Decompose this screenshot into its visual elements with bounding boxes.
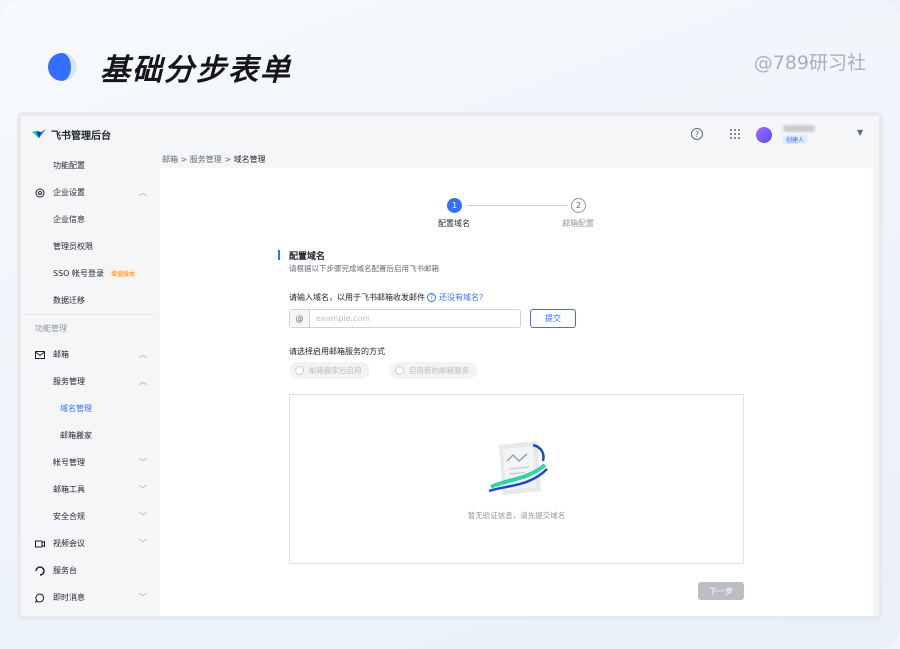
top-bar: 飞书管理后台 ? 创建人 ▼ bbox=[21, 116, 879, 152]
sidebar-item-label: 服务管理 bbox=[53, 377, 85, 386]
method-label: 请选择启用邮箱服务的方式 bbox=[289, 347, 385, 356]
chevron-down-icon: ﹀ bbox=[139, 539, 147, 548]
breadcrumb-sep: > bbox=[224, 155, 232, 164]
sidebar-item-im[interactable]: 即时消息 ﹀ bbox=[21, 584, 160, 611]
sidebar-item-service-mgmt[interactable]: 服务管理 ︿ bbox=[21, 368, 160, 395]
chevron-up-icon: ︿ bbox=[139, 188, 147, 197]
sidebar-item-label: 企业信息 bbox=[53, 215, 85, 224]
hero-title: 基础分步表单 bbox=[100, 53, 292, 88]
chevron-down-icon: ﹀ bbox=[139, 512, 147, 521]
sidebar-item-admin-perms[interactable]: 管理员权限 bbox=[21, 233, 160, 260]
radio-option-new[interactable]: 启用新的邮箱服务 bbox=[389, 362, 477, 379]
chevron-down-icon: ﹀ bbox=[139, 485, 147, 494]
sidebar-item-label: 企业设置 bbox=[53, 188, 85, 197]
chevron-up-icon: ︿ bbox=[139, 350, 147, 359]
radio-circle-icon bbox=[295, 366, 304, 375]
sidebar-item-sso-wrap: SSO 帐号登录 增值版本 bbox=[53, 268, 139, 279]
empty-document-icon bbox=[488, 441, 548, 495]
sidebar-item-label: 域名管理 bbox=[60, 404, 92, 413]
breadcrumb: 邮箱 > 服务管理 > 域名管理 bbox=[162, 154, 266, 165]
breadcrumb-item[interactable]: 邮箱 bbox=[162, 155, 178, 164]
brand-name: 飞书管理后台 bbox=[51, 130, 111, 142]
sidebar: 功能配置 企业设置 ︿ 企业信息 管理员权限 SSO 帐号登录 增值版本 数据迁… bbox=[21, 152, 160, 616]
domain-input-group: @ bbox=[289, 309, 521, 328]
sidebar-item-enterprise-info[interactable]: 企业信息 bbox=[21, 206, 160, 233]
sidebar-item-account-mgmt[interactable]: 帐号管理 ﹀ bbox=[21, 449, 160, 476]
premium-badge: 增值版本 bbox=[108, 268, 139, 279]
sidebar-item-enterprise[interactable]: 企业设置 ︿ bbox=[21, 179, 160, 206]
app-window: 飞书管理后台 ? 创建人 ▼ 功能配置 企业设置 ︿ 企业信息 管理员权限 SS… bbox=[17, 112, 883, 620]
video-camera-icon bbox=[35, 540, 45, 547]
sidebar-item-video[interactable]: 视频会议 ﹀ bbox=[21, 530, 160, 557]
chat-bubble-icon bbox=[35, 592, 45, 603]
submit-button[interactable]: 提交 bbox=[530, 309, 576, 328]
section-accent-bar bbox=[278, 250, 280, 260]
avatar[interactable] bbox=[756, 127, 772, 143]
section-title: 配置域名 bbox=[289, 252, 326, 262]
sidebar-section-title: 功能管理 bbox=[21, 314, 154, 341]
sidebar-item-data-migration[interactable]: 数据迁移 bbox=[21, 287, 160, 314]
verification-empty-state: 暂无验证信息，请先提交域名 bbox=[289, 394, 744, 564]
chevron-down-icon: ﹀ bbox=[139, 593, 147, 602]
sidebar-item-security[interactable]: 安全合规 ﹀ bbox=[21, 503, 160, 530]
feishu-logo-icon bbox=[32, 129, 46, 138]
role-badge: 创建人 bbox=[783, 135, 808, 144]
sidebar-item-label: 功能配置 bbox=[53, 161, 85, 170]
sidebar-item-mail-migration[interactable]: 邮箱搬家 bbox=[21, 422, 160, 449]
sidebar-item-label: 邮箱搬家 bbox=[60, 431, 92, 440]
sidebar-item-mail-tools[interactable]: 邮箱工具 ﹀ bbox=[21, 476, 160, 503]
no-domain-link-text: 还没有域名? bbox=[439, 293, 484, 302]
sidebar-item-label: 安全合规 bbox=[53, 512, 85, 521]
radio-option-migrate[interactable]: 邮箱搬家后启用 bbox=[289, 362, 370, 379]
step-1-label: 配置域名 bbox=[438, 219, 470, 228]
sidebar-item-label: 管理员权限 bbox=[53, 242, 93, 251]
sidebar-item-label: SSO 帐号登录 bbox=[53, 269, 104, 278]
sidebar-item-label: 服务台 bbox=[53, 566, 77, 575]
grid-icon[interactable] bbox=[729, 128, 741, 140]
next-step-button[interactable]: 下一步 bbox=[698, 582, 744, 600]
domain-field-label: 请输入域名，以用于飞书邮箱收发邮件 bbox=[289, 293, 425, 302]
sidebar-item-service-desk[interactable]: 服务台 bbox=[21, 557, 160, 584]
caret-down-icon[interactable]: ▼ bbox=[857, 128, 863, 137]
mail-icon bbox=[35, 350, 45, 359]
sidebar-item-label: 邮箱工具 bbox=[53, 485, 85, 494]
hero-credit: @789研习社 bbox=[753, 52, 866, 74]
radio-label: 邮箱搬家后启用 bbox=[309, 366, 362, 375]
sidebar-item-mail[interactable]: 邮箱 ︿ bbox=[21, 341, 160, 368]
no-domain-link[interactable]: ? 还没有域名? bbox=[427, 292, 483, 303]
app-inner: 飞书管理后台 ? 创建人 ▼ 功能配置 企业设置 ︿ 企业信息 管理员权限 SS… bbox=[21, 116, 879, 616]
sidebar-item-domain-mgmt[interactable]: 域名管理 bbox=[21, 395, 160, 422]
radio-label: 启用新的邮箱服务 bbox=[409, 366, 469, 375]
breadcrumb-item[interactable]: 服务管理 bbox=[190, 155, 222, 164]
empty-state-text: 暂无验证信息，请先提交域名 bbox=[467, 511, 566, 520]
input-at-prefix: @ bbox=[290, 310, 310, 327]
chevron-up-icon: ︿ bbox=[139, 377, 147, 386]
breadcrumb-sep: > bbox=[180, 155, 188, 164]
step-2-circle: 2 bbox=[571, 198, 586, 213]
sidebar-item-feature-config[interactable]: 功能配置 bbox=[21, 152, 160, 179]
sidebar-item-label: 即时消息 bbox=[53, 593, 85, 602]
section-description: 请根据以下步骤完成域名配置后启用飞书邮箱 bbox=[289, 264, 439, 273]
step-1-circle: 1 bbox=[447, 198, 462, 213]
step-indicator: 1 2 配置域名 邮箱配置 bbox=[160, 198, 873, 238]
sidebar-item-sso[interactable]: SSO 帐号登录 增值版本 bbox=[21, 260, 160, 287]
settings-icon bbox=[35, 188, 45, 197]
brand-circle-icon bbox=[48, 53, 76, 81]
step-2-label: 邮箱配置 bbox=[562, 219, 594, 228]
breadcrumb-current: 域名管理 bbox=[233, 155, 266, 164]
user-name-redacted bbox=[783, 125, 815, 132]
brand[interactable]: 飞书管理后台 bbox=[32, 127, 111, 142]
question-circle-icon[interactable]: ? bbox=[691, 128, 703, 140]
sidebar-item-label: 邮箱 bbox=[53, 350, 69, 359]
sidebar-item-label: 视频会议 bbox=[53, 539, 85, 548]
main-content: 1 2 配置域名 邮箱配置 配置域名 请根据以下步骤完成域名配置后启用飞书邮箱 … bbox=[160, 168, 873, 616]
domain-input[interactable] bbox=[310, 314, 510, 323]
question-circle-icon: ? bbox=[427, 293, 436, 302]
radio-circle-icon bbox=[395, 366, 404, 375]
sidebar-item-label: 数据迁移 bbox=[53, 296, 85, 305]
step-connector bbox=[467, 205, 567, 206]
service-desk-icon bbox=[35, 565, 45, 576]
sidebar-item-label: 帐号管理 bbox=[53, 458, 85, 467]
chevron-down-icon: ﹀ bbox=[139, 458, 147, 467]
